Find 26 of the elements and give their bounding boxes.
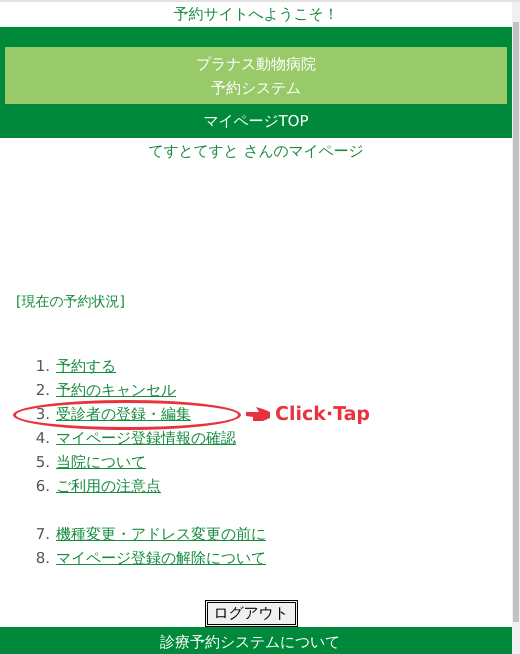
item-number: 1. bbox=[35, 356, 50, 377]
footer-bar[interactable]: 診療予約システムについて bbox=[0, 627, 512, 654]
welcome-text: 予約サイトへようこそ！ bbox=[172, 4, 340, 25]
logout-button[interactable]: ログアウト bbox=[204, 600, 298, 627]
scrollbar[interactable] bbox=[512, 2, 520, 654]
item-number: 5. bbox=[35, 452, 50, 473]
item-number: 4. bbox=[35, 428, 50, 449]
menu-link[interactable]: ご利用の注意点 bbox=[56, 474, 161, 498]
item-number: 7. bbox=[35, 524, 50, 545]
item-number: 2. bbox=[35, 380, 50, 401]
menu-link[interactable]: 予約のキャンセル bbox=[56, 378, 176, 402]
menu-link[interactable]: 予約する bbox=[56, 354, 116, 378]
mypage-top-link[interactable]: マイページTOP bbox=[203, 104, 308, 138]
menu-link[interactable]: マイページ登録情報の確認 bbox=[56, 426, 236, 450]
click-tap-note: Click·Tap bbox=[275, 402, 370, 426]
menu-link[interactable]: 当院について bbox=[56, 450, 146, 474]
user-greeting: てすとてすと さんのマイページ bbox=[148, 141, 364, 162]
item-number: 6. bbox=[35, 476, 50, 497]
site-title: プラナス動物病院 bbox=[195, 54, 317, 75]
site-title: 予約システム bbox=[210, 78, 302, 99]
menu-link[interactable]: 機種変更・アドレス変更の前に bbox=[56, 522, 266, 546]
menu-link[interactable]: 受診者の登録・編集 bbox=[56, 402, 191, 426]
status-heading: [現在の予約状況] bbox=[16, 293, 126, 312]
item-number: 3. bbox=[35, 404, 50, 425]
item-number: 8. bbox=[35, 548, 50, 569]
menu-link[interactable]: マイページ登録の解除について bbox=[56, 546, 266, 570]
